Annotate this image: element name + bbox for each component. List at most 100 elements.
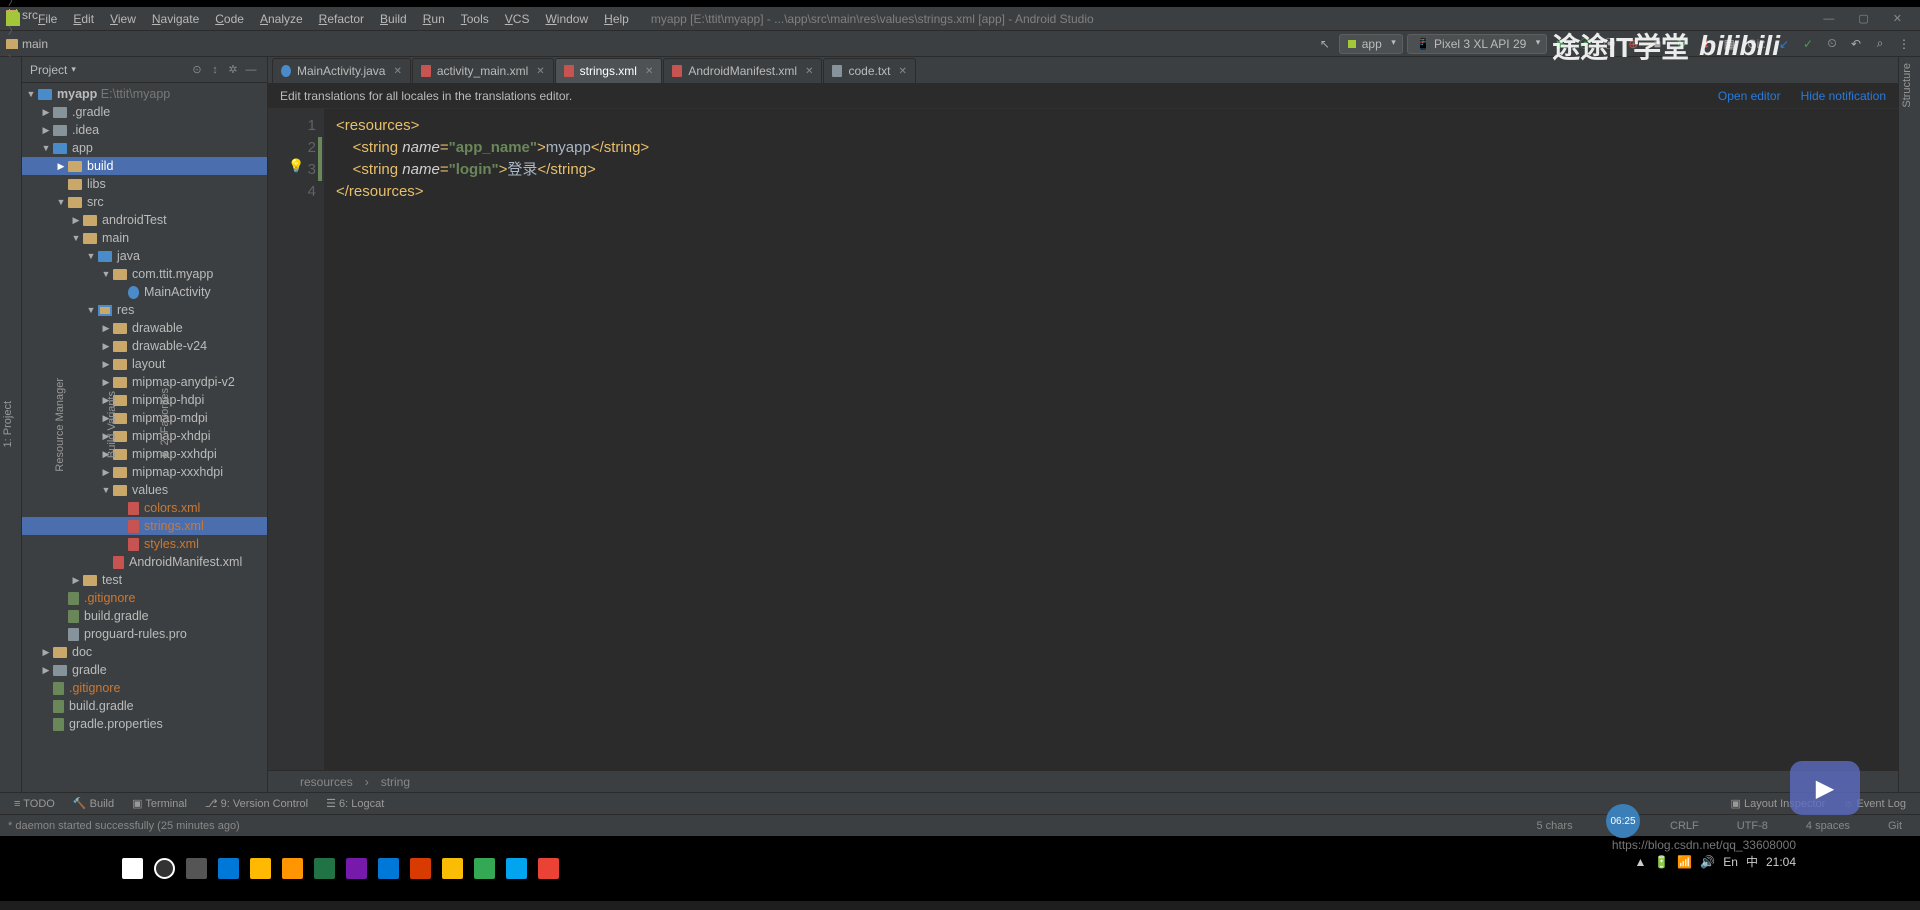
todo-tool[interactable]: ≡ TODO (8, 796, 61, 812)
status-encoding[interactable]: UTF-8 (1737, 820, 1768, 832)
device-dropdown[interactable]: 📱 Pixel 3 XL API 29 (1407, 34, 1548, 54)
editor-notification: Edit translations for all locales in the… (268, 83, 1898, 109)
gear-icon[interactable]: ✲ (225, 62, 241, 78)
tree-item[interactable]: ▶layout (22, 355, 267, 373)
tab-close-icon[interactable]: ✕ (536, 66, 544, 77)
taskbar-app[interactable] (410, 858, 431, 879)
editor-area: MainActivity.java✕activity_main.xml✕stri… (268, 57, 1898, 792)
status-eol[interactable]: CRLF (1670, 820, 1699, 832)
system-tray[interactable]: ▲🔋📶🔊En中21:04 (1635, 853, 1796, 870)
code-editor[interactable]: 1 2 3 4 💡 <resources> <string name="app_… (268, 109, 1898, 770)
editor-tab[interactable]: activity_main.xml✕ (412, 58, 554, 83)
tree-item[interactable]: ▼values (22, 481, 267, 499)
terminal-tool[interactable]: ▣ Terminal (126, 795, 193, 812)
maximize-button[interactable]: ▢ (1846, 12, 1880, 25)
editor-tab[interactable]: AndroidManifest.xml✕ (663, 58, 822, 83)
left-tool-strip[interactable]: 1: Project Resource Manager Build Varian… (0, 57, 22, 792)
tab-close-icon[interactable]: ✕ (393, 66, 401, 77)
structure-tool-tab: Structure (1901, 63, 1913, 108)
tree-item[interactable]: gradle.properties (22, 715, 267, 733)
tree-item[interactable]: ▶.gradle (22, 103, 267, 121)
menu-window[interactable]: Window (537, 12, 596, 26)
taskview-icon[interactable] (186, 858, 207, 879)
right-tool-strip[interactable]: Structure (1898, 57, 1920, 792)
build-tool[interactable]: 🔨 Build (67, 795, 120, 812)
menu-tools[interactable]: Tools (453, 12, 497, 26)
tree-item[interactable]: MainActivity (22, 283, 267, 301)
taskbar-app[interactable] (218, 858, 239, 879)
tab-close-icon[interactable]: ✕ (645, 66, 653, 77)
git-history-icon[interactable]: ⏲ (1822, 34, 1842, 54)
tree-item[interactable]: ▼app (22, 139, 267, 157)
tree-item[interactable]: ▶androidTest (22, 211, 267, 229)
tree-item[interactable]: build.gradle (22, 697, 267, 715)
editor-tab[interactable]: code.txt✕ (823, 58, 915, 83)
tree-item[interactable]: ▶build (22, 157, 267, 175)
minimize-button[interactable]: — (1811, 13, 1846, 25)
status-git[interactable]: Git (1888, 820, 1902, 832)
tree-item[interactable]: proguard-rules.pro (22, 625, 267, 643)
menu-code[interactable]: Code (207, 12, 252, 26)
vcs-tool[interactable]: ⎇ 9: Version Control (199, 795, 314, 812)
menu-refactor[interactable]: Refactor (311, 12, 372, 26)
tree-item[interactable]: ▼java (22, 247, 267, 265)
firefox-icon[interactable] (282, 858, 303, 879)
hide-notification-link[interactable]: Hide notification (1801, 89, 1886, 103)
tree-item[interactable]: ▶doc (22, 643, 267, 661)
tree-item[interactable]: AndroidManifest.xml (22, 553, 267, 571)
hide-icon[interactable]: — (243, 62, 259, 78)
menu-analyze[interactable]: Analyze (252, 12, 311, 26)
taskbar-app[interactable] (506, 858, 527, 879)
tree-item[interactable]: build.gradle (22, 607, 267, 625)
taskbar-app[interactable] (538, 858, 559, 879)
editor-breadcrumb[interactable]: resources›string (268, 770, 1898, 792)
run-config-dropdown[interactable]: app (1339, 34, 1403, 54)
taskbar-app[interactable] (474, 858, 495, 879)
tree-item[interactable]: .gitignore (22, 679, 267, 697)
menu-navigate[interactable]: Navigate (144, 12, 207, 26)
tree-item[interactable]: ▼com.ttit.myapp (22, 265, 267, 283)
editor-tab[interactable]: strings.xml✕ (555, 58, 663, 83)
settings-icon[interactable]: ⋮ (1894, 34, 1914, 54)
git-revert-icon[interactable]: ↶ (1846, 34, 1866, 54)
tree-item[interactable]: ▼main (22, 229, 267, 247)
editor-tab[interactable]: MainActivity.java✕ (272, 58, 411, 83)
start-button[interactable] (122, 858, 143, 879)
tree-item[interactable]: libs (22, 175, 267, 193)
tree-item[interactable]: ▶drawable-v24 (22, 337, 267, 355)
menu-run[interactable]: Run (415, 12, 453, 26)
tree-item[interactable]: .gitignore (22, 589, 267, 607)
sync-icon[interactable]: ↖ (1315, 34, 1335, 54)
menu-view[interactable]: View (102, 12, 144, 26)
split-icon[interactable]: ↕ (207, 62, 223, 78)
menu-vcs[interactable]: VCS (497, 12, 538, 26)
menu-build[interactable]: Build (372, 12, 415, 26)
search-icon[interactable]: ⌕ (1870, 34, 1890, 54)
taskbar-app[interactable] (378, 858, 399, 879)
tree-item[interactable]: styles.xml (22, 535, 267, 553)
tab-close-icon[interactable]: ✕ (805, 66, 813, 77)
excel-icon[interactable] (314, 858, 335, 879)
target-icon[interactable]: ⊙ (189, 62, 205, 78)
tree-item[interactable]: ▶gradle (22, 661, 267, 679)
tree-item[interactable]: ▼res (22, 301, 267, 319)
tree-item[interactable]: colors.xml (22, 499, 267, 517)
tree-item[interactable]: ▶drawable (22, 319, 267, 337)
tree-item[interactable]: ▼src (22, 193, 267, 211)
tree-item[interactable]: ▶.idea (22, 121, 267, 139)
onenote-icon[interactable] (346, 858, 367, 879)
menu-help[interactable]: Help (596, 12, 637, 26)
status-indent[interactable]: 4 spaces (1806, 820, 1850, 832)
bulb-icon[interactable]: 💡 (288, 155, 304, 177)
tree-item[interactable]: ▶test (22, 571, 267, 589)
tab-close-icon[interactable]: ✕ (899, 66, 907, 77)
git-commit-icon[interactable]: ✓ (1798, 34, 1818, 54)
crumb[interactable]: main (6, 37, 77, 51)
taskbar-app[interactable] (250, 858, 271, 879)
logcat-tool[interactable]: ☰ 6: Logcat (320, 795, 390, 812)
cortana-icon[interactable] (154, 858, 175, 879)
open-editor-link[interactable]: Open editor (1718, 89, 1781, 103)
close-button[interactable]: ✕ (1881, 12, 1914, 25)
tree-item[interactable]: strings.xml (22, 517, 267, 535)
taskbar-app[interactable] (442, 858, 463, 879)
